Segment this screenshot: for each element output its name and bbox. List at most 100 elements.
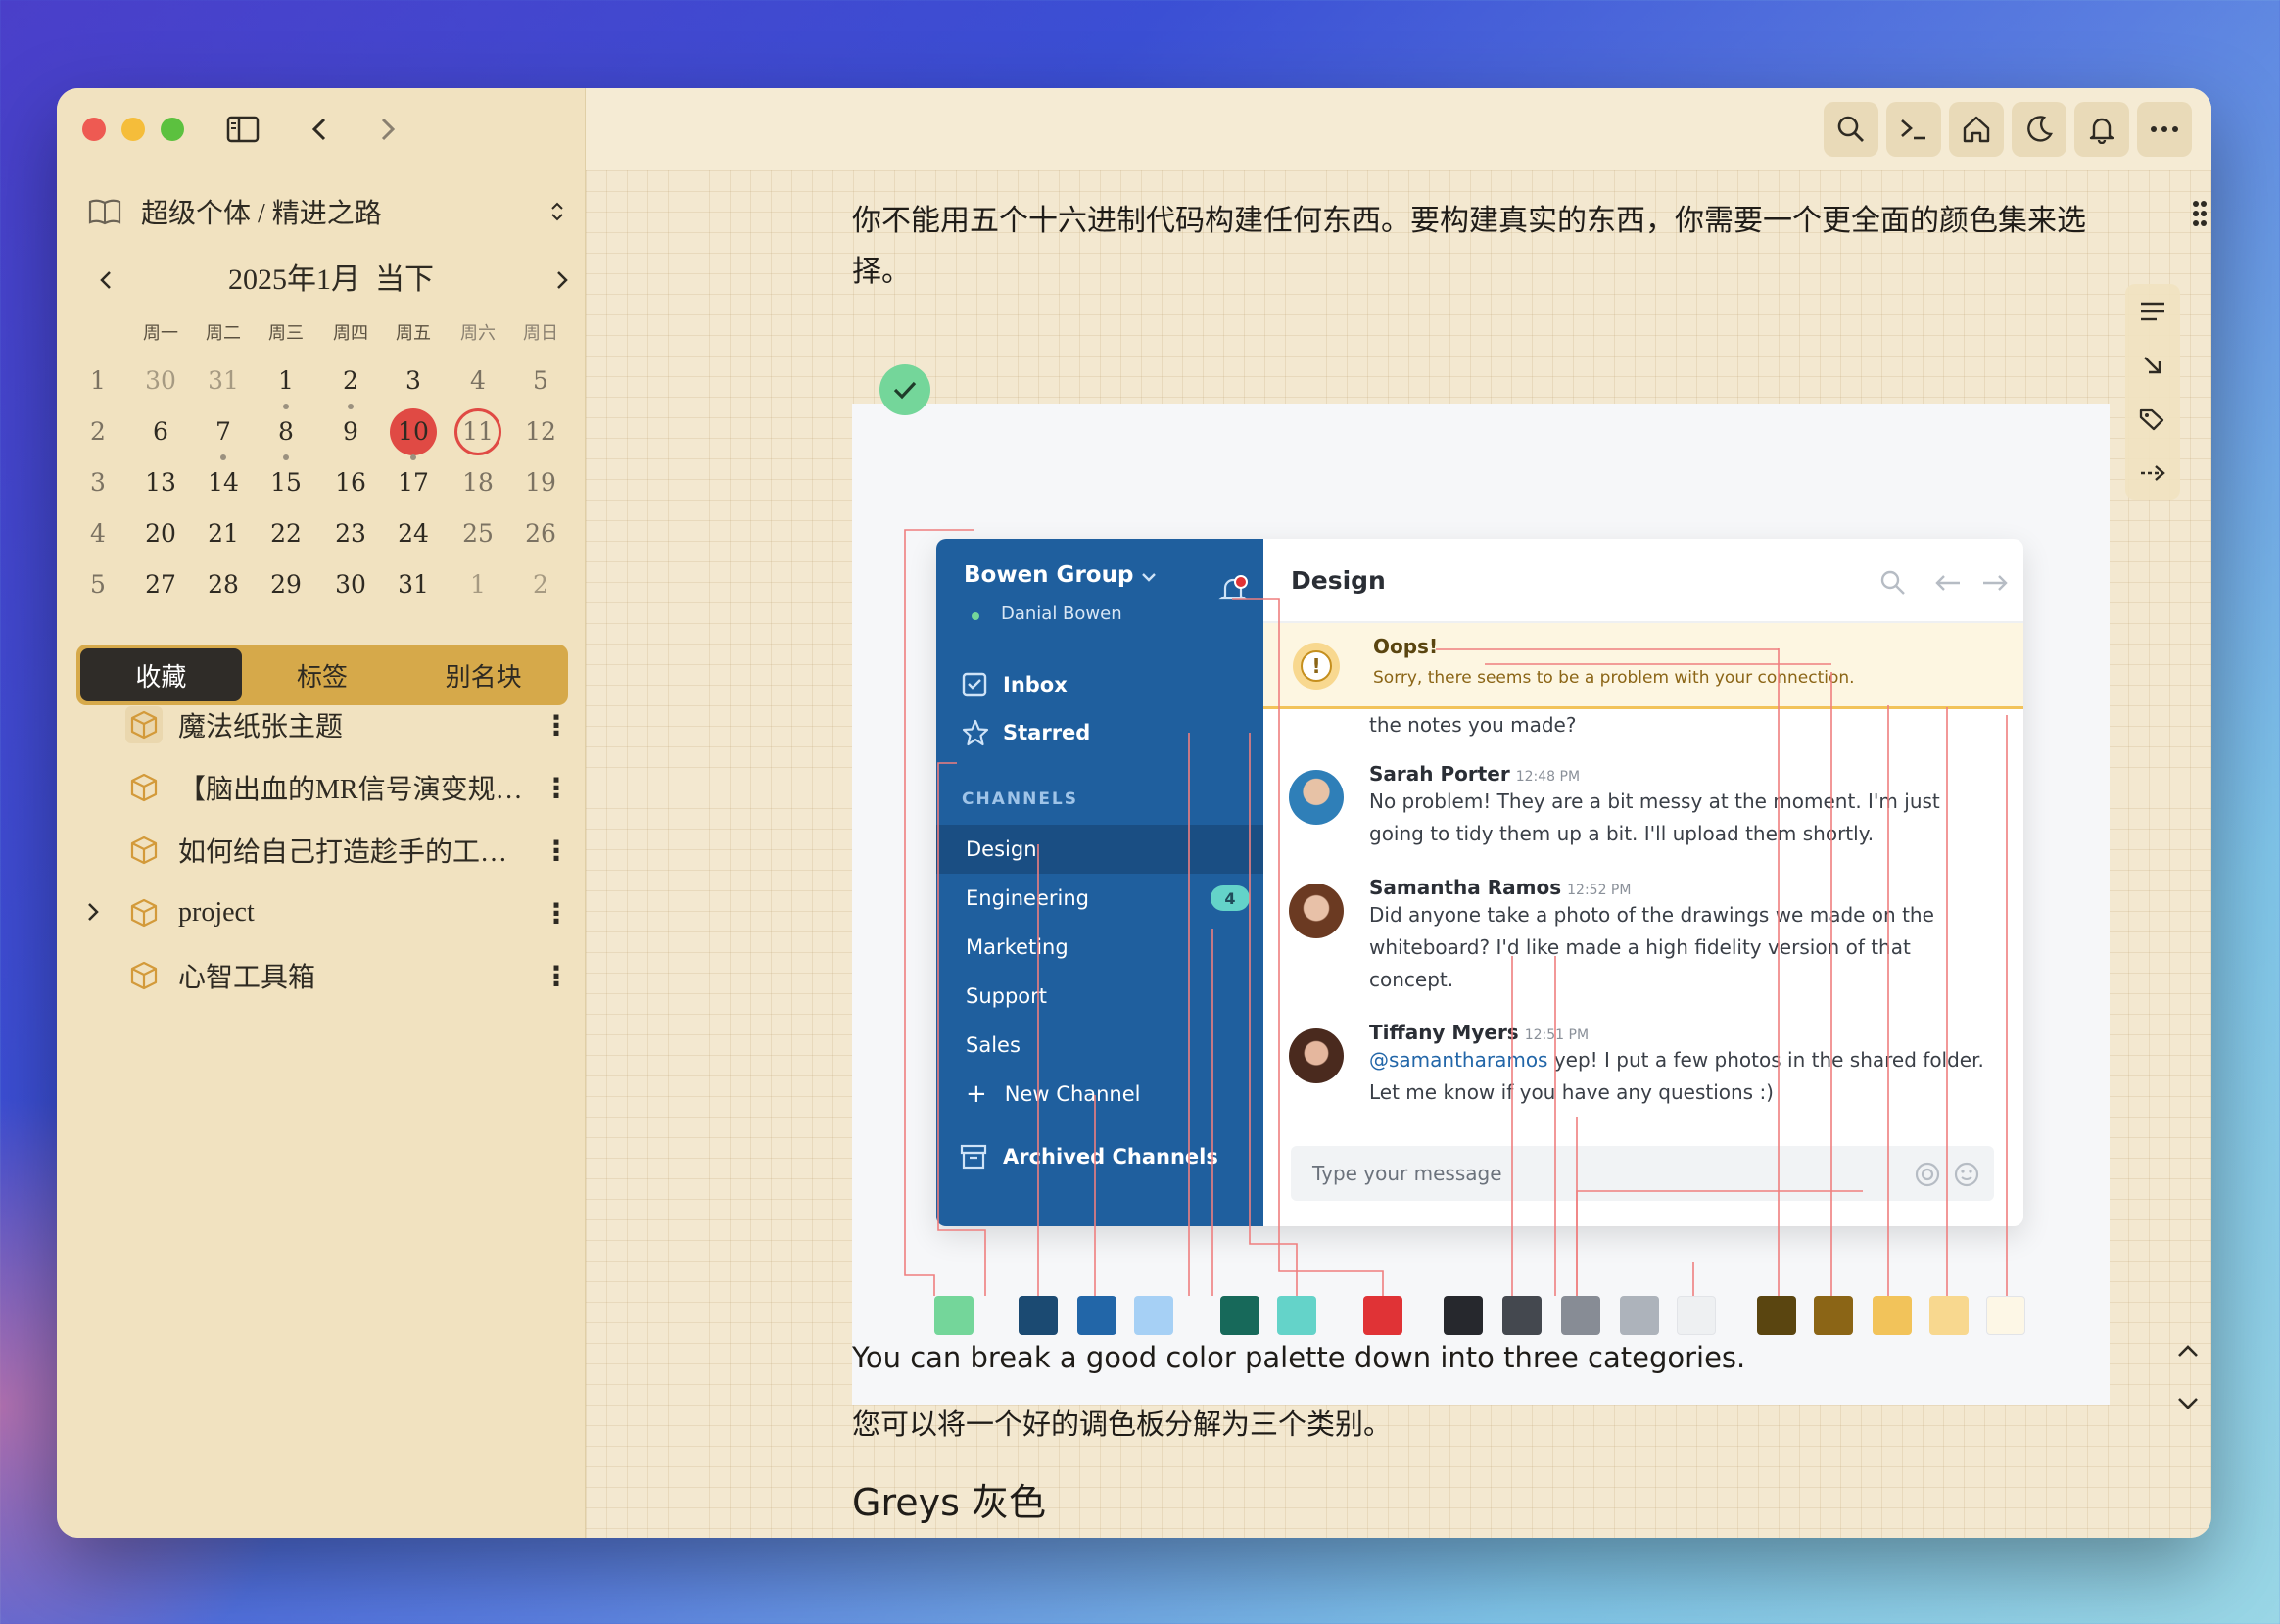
notifications-button[interactable] <box>2074 102 2129 157</box>
outgoing-links-icon[interactable] <box>2125 449 2180 498</box>
more-vertical-icon[interactable]: ⋮ <box>537 695 576 754</box>
close-window-button[interactable] <box>82 118 106 141</box>
arrow-right-icon[interactable] <box>1978 566 2012 599</box>
home-button[interactable] <box>1949 102 2004 157</box>
tab-aliases[interactable]: 别名块 <box>403 648 564 701</box>
calendar-day[interactable]: 14 <box>194 460 253 505</box>
calendar-day[interactable]: 7 <box>194 409 253 454</box>
mention-link[interactable]: @samantharamos <box>1369 1048 1547 1072</box>
calendar-day[interactable]: 22 <box>257 511 315 556</box>
minimize-window-button[interactable] <box>121 118 145 141</box>
more-vertical-icon[interactable]: ⋮ <box>537 821 576 880</box>
weekday-label: 周四 <box>333 323 368 344</box>
scroll-up-icon[interactable] <box>2161 1326 2211 1375</box>
calendar-title[interactable]: 2025年1月 当下 <box>194 257 468 304</box>
favorite-item[interactable]: project ⋮ <box>86 884 576 942</box>
calendar-day[interactable]: 18 <box>449 460 507 505</box>
calendar-day[interactable]: 2 <box>511 562 570 607</box>
calendar-day[interactable]: 4 <box>449 358 507 404</box>
channel-engineering[interactable]: Engineering 4 <box>936 874 1263 923</box>
tags-icon[interactable] <box>2125 395 2180 444</box>
channel-marketing[interactable]: Marketing <box>936 923 1263 972</box>
calendar-day[interactable]: 17 <box>384 460 443 505</box>
more-vertical-icon[interactable]: ⋮ <box>537 758 576 817</box>
favorite-item[interactable]: 【脑出血的MR信号演变规律】 ⋮ <box>86 758 576 817</box>
channel-design[interactable]: Design <box>936 825 1263 874</box>
back-icon[interactable] <box>300 110 339 149</box>
calendar-day[interactable]: 28 <box>194 562 253 607</box>
inbox-icon <box>962 672 987 697</box>
starred-item[interactable]: Starred <box>962 719 1090 746</box>
scroll-down-icon[interactable] <box>2161 1379 2211 1428</box>
calendar-day[interactable]: 27 <box>131 562 190 607</box>
calendar-day[interactable]: 29 <box>257 562 315 607</box>
heading-greys: Greys 灰色 <box>852 1481 1046 1524</box>
calendar-day[interactable]: 15 <box>257 460 315 505</box>
calendar-day[interactable]: 5 <box>511 358 570 404</box>
maximize-window-button[interactable] <box>161 118 184 141</box>
more-vertical-icon[interactable]: ⋮ <box>537 946 576 1005</box>
week-number[interactable]: 1 <box>69 358 127 404</box>
message-input[interactable]: Type your message <box>1291 1146 1994 1201</box>
calendar-day[interactable]: 31 <box>384 562 443 607</box>
calendar-day[interactable]: 8 <box>257 409 315 454</box>
bell-icon[interactable] <box>1216 572 1250 605</box>
search-button[interactable] <box>1824 102 1878 157</box>
week-number[interactable]: 5 <box>69 562 127 607</box>
week-number[interactable]: 2 <box>69 409 127 454</box>
favorite-item[interactable]: 心智工具箱 ⋮ <box>86 946 576 1005</box>
arrow-left-icon[interactable] <box>1931 566 1965 599</box>
calendar-day[interactable]: 21 <box>194 511 253 556</box>
more-button[interactable] <box>2137 102 2192 157</box>
calendar-day[interactable]: 12 <box>511 409 570 454</box>
tab-favorites[interactable]: 收藏 <box>80 648 242 701</box>
drag-handle-icon[interactable] <box>2180 194 2211 233</box>
today-link[interactable]: 当下 <box>375 263 434 296</box>
favorite-item[interactable]: 如何给自己打造趁手的工具链 ⋮ <box>86 821 576 880</box>
new-channel-button[interactable]: + New Channel <box>936 1070 1263 1119</box>
sidebar-toggle-icon[interactable] <box>223 110 262 149</box>
calendar-day[interactable]: 20 <box>131 511 190 556</box>
calendar-month: 2025年1月 <box>228 263 360 296</box>
calendar-day[interactable]: 2 <box>321 358 380 404</box>
outline-icon[interactable] <box>2125 287 2180 336</box>
calendar-day[interactable]: 10 <box>390 408 437 455</box>
inbox-item[interactable]: Inbox <box>962 672 1068 697</box>
group-name[interactable]: Bowen Group <box>964 562 1157 588</box>
calendar-day[interactable]: 30 <box>321 562 380 607</box>
forward-icon[interactable] <box>368 110 407 149</box>
calendar-day[interactable]: 24 <box>384 511 443 556</box>
calendar-day[interactable]: 19 <box>511 460 570 505</box>
calendar-day[interactable]: 1 <box>449 562 507 607</box>
cube-icon <box>125 894 163 931</box>
calendar-day[interactable]: 11 <box>454 408 501 455</box>
theme-button[interactable] <box>2012 102 2066 157</box>
tab-tags[interactable]: 标签 <box>242 648 404 701</box>
calendar-day[interactable]: 13 <box>131 460 190 505</box>
calendar-day[interactable]: 9 <box>321 409 380 454</box>
terminal-button[interactable] <box>1886 102 1941 157</box>
calendar-day[interactable]: 3 <box>384 358 443 404</box>
week-number[interactable]: 4 <box>69 511 127 556</box>
calendar-day[interactable]: 31 <box>194 358 253 404</box>
calendar-day[interactable]: 16 <box>321 460 380 505</box>
calendar-day[interactable]: 6 <box>131 409 190 454</box>
next-month-icon[interactable] <box>543 261 582 300</box>
search-icon[interactable] <box>1876 566 1910 599</box>
favorite-item[interactable]: 魔法纸张主题 ⋮ <box>86 695 576 754</box>
calendar-day[interactable]: 1 <box>257 358 315 404</box>
prev-month-icon[interactable] <box>86 261 125 300</box>
calendar-day[interactable]: 26 <box>511 511 570 556</box>
channel-sales[interactable]: Sales <box>936 1021 1263 1070</box>
week-number[interactable]: 3 <box>69 460 127 505</box>
app-window: 超级个体 / 精进之路 2025年1月 当下 周一 周二 周三 周四 周五 周六 周日 13… <box>57 88 2211 1538</box>
calendar-day[interactable]: 25 <box>449 511 507 556</box>
calendar-day[interactable]: 30 <box>131 358 190 404</box>
backlinks-icon[interactable] <box>2125 341 2180 390</box>
channel-support[interactable]: Support <box>936 972 1263 1021</box>
archived-channels[interactable]: Archived Channels <box>960 1144 1218 1170</box>
vault-switcher[interactable]: 超级个体 / 精进之路 <box>88 190 578 233</box>
chevron-right-icon[interactable] <box>86 901 102 925</box>
more-vertical-icon[interactable]: ⋮ <box>537 884 576 942</box>
calendar-day[interactable]: 23 <box>321 511 380 556</box>
